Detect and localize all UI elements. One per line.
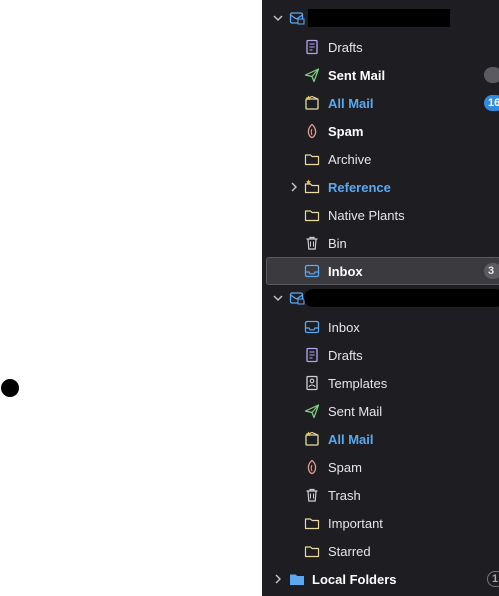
folder-label: Archive [328,152,372,167]
folder-row-templates[interactable]: Templates [262,369,499,397]
spam-icon [304,459,320,475]
folder-row-archive[interactable]: Archive [262,145,499,173]
folder-row-drafts[interactable]: Drafts [262,33,499,61]
folder-label: Reference [328,180,391,195]
local-folder-icon [289,571,305,587]
folder-icon [304,207,320,223]
sent-icon [304,403,320,419]
folder-label: Sent Mail [328,68,386,83]
folder-label: Spam [328,460,362,475]
templates-icon [304,375,320,391]
folder-row-inbox[interactable]: Inbox 3 [266,257,499,285]
folder-pane: Drafts Sent Mail All Mail 16 Spam Archive Refe… [262,0,499,596]
sent-icon [304,67,320,83]
folder-row-inbox[interactable]: Inbox [262,313,499,341]
folder-icon [304,515,320,531]
folder-label: Inbox [328,264,363,279]
folder-row-starred[interactable]: Starred [262,537,499,565]
folder-label: Drafts [328,348,363,363]
folder-label: Starred [328,544,371,559]
inbox-icon [304,263,320,279]
redacted-account-name [308,9,450,27]
folder-label: Spam [328,124,364,139]
folder-row-bin[interactable]: Bin [262,229,499,257]
folder-row-important[interactable]: Important [262,509,499,537]
drafts-icon [304,347,320,363]
redacted-account-name [304,289,499,307]
cursor-dot [1,379,19,397]
folder-row-trash[interactable]: Trash [262,481,499,509]
folder-row-drafts[interactable]: Drafts [262,341,499,369]
unread-count-badge: 3 [484,263,499,279]
folder-row-sent-mail[interactable]: Sent Mail [262,61,499,89]
chevron-right-icon[interactable] [272,573,284,585]
folder-icon [304,543,320,559]
folder-label: Native Plants [328,208,405,223]
account-icon [289,10,305,26]
chevron-right-icon[interactable] [288,181,300,193]
chevron-down-icon[interactable] [272,292,284,304]
local-folders-label: Local Folders [312,572,397,587]
folder-row-native-plants[interactable]: Native Plants [262,201,499,229]
folder-row-reference[interactable]: Reference [262,173,499,201]
folder-label: Important [328,516,383,531]
trash-icon [304,487,320,503]
all-mail-icon [304,95,320,111]
folder-row-all-mail[interactable]: All Mail [262,425,499,453]
folder-row-all-mail[interactable]: All Mail 16 [262,89,499,117]
folder-label: Trash [328,488,361,503]
inbox-icon [304,319,320,335]
folder-row-spam[interactable]: Spam [262,453,499,481]
chevron-down-icon[interactable] [272,12,284,24]
folder-label: Inbox [328,320,360,335]
account-row-2[interactable] [262,284,499,312]
drafts-icon [304,39,320,55]
spam-icon [304,123,320,139]
unread-count-badge [484,67,499,83]
trash-icon [304,235,320,251]
unread-count-badge: 16 [484,95,499,111]
folder-row-sent-mail[interactable]: Sent Mail [262,397,499,425]
folder-icon [304,151,320,167]
starred-folder-icon [304,179,320,195]
local-folders-badge: 1 [487,571,499,587]
local-folders-row[interactable]: Local Folders 1 [262,565,499,593]
folder-row-spam[interactable]: Spam [262,117,499,145]
folder-label: Bin [328,236,347,251]
folder-label: All Mail [328,96,374,111]
account-row-1[interactable] [262,4,499,32]
folder-label: Drafts [328,40,363,55]
account-icon [289,290,305,306]
all-mail-icon [304,431,320,447]
folder-label: All Mail [328,432,374,447]
folder-label: Templates [328,376,388,391]
folder-label: Sent Mail [328,404,383,419]
